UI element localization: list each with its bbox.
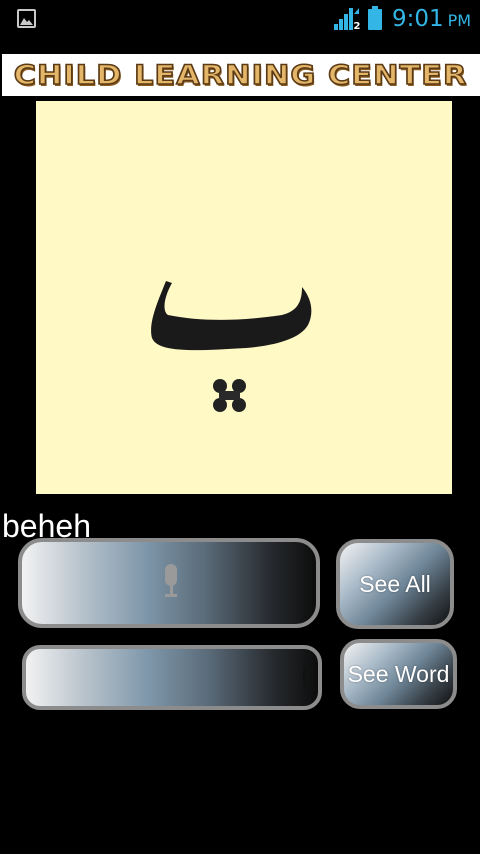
network-badge: 2 [354,21,361,30]
letter-card [36,101,452,494]
status-clock: 9:01 PM [392,6,471,34]
clock-time: 9:01 [392,6,444,32]
see-word-button[interactable]: See Word [340,639,457,709]
microphone-icon[interactable] [162,564,180,600]
see-word-label: See Word [347,660,450,687]
status-bar: 2 9:01 PM [0,0,480,38]
see-all-label: See All [359,570,431,597]
battery-icon [368,6,382,30]
banner-title: CHILD LEARNING CENTER [13,59,468,92]
see-all-button[interactable]: See All [336,539,454,629]
letter-input[interactable]: ا [22,645,322,710]
clock-ampm: PM [447,11,472,30]
signal-icon: 2 [334,8,361,30]
letter-illustration [36,101,452,494]
letter-input-value: ا [300,663,308,693]
speak-input[interactable] [18,538,320,628]
app-banner: CHILD LEARNING CENTER [2,54,480,96]
gallery-icon [17,9,36,28]
